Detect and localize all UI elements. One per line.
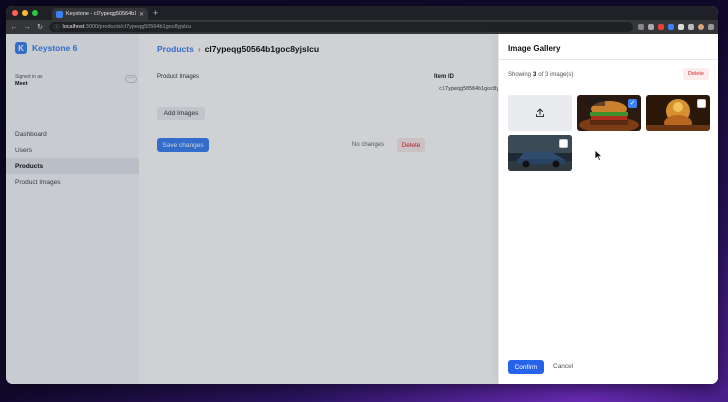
breadcrumb: Products › cl7ypeqg50564b1goc8yjslcu [157, 44, 319, 54]
save-changes-button[interactable]: Save changes [157, 138, 209, 152]
back-icon[interactable]: ← [10, 24, 18, 31]
page-title: cl7ypeqg50564b1goc8yjslcu [204, 44, 320, 54]
browser-toolbar: ← → ↻ ⓘ localhost:3000/products/cl7ypeqg… [6, 20, 718, 34]
reload-icon[interactable]: ↻ [36, 23, 44, 31]
brand[interactable]: K Keystone 6 [6, 34, 139, 54]
breadcrumb-products-link[interactable]: Products [157, 44, 194, 54]
upload-icon [535, 108, 545, 118]
gallery-image-festival[interactable] [646, 95, 710, 131]
image-gallery-drawer: Image Gallery Showing 3 of 3 image(s) De… [498, 34, 718, 384]
signed-in-label: Signed in as [15, 74, 43, 80]
unchecked-checkbox[interactable] [559, 139, 568, 148]
sidebar-item-users[interactable]: Users [6, 142, 139, 158]
tab-bar: Keystone - cl7ypeqg50564b1goc8yjslcu ✕ + [6, 6, 718, 20]
checked-checkbox[interactable]: ✓ [628, 99, 637, 108]
share-icon[interactable] [638, 24, 644, 30]
window-controls [12, 10, 38, 16]
address-bar[interactable]: ⓘ localhost:3000/products/cl7ypeqg50564b… [49, 22, 633, 32]
user-name: Meet [15, 81, 28, 87]
sidebar-item-products[interactable]: Products [6, 158, 139, 174]
forward-icon[interactable]: → [23, 24, 31, 31]
gallery-image-burger[interactable]: ✓ [577, 95, 641, 131]
keystone-favicon-icon [56, 10, 63, 18]
brand-name: Keystone 6 [32, 43, 78, 53]
more-options-button[interactable]: ··· [125, 75, 137, 83]
count-shown: 3 [533, 72, 537, 78]
extensions [638, 24, 714, 30]
url-path: :3000/products/cl7ypeqg50564b1goc8yjslcu [84, 24, 192, 30]
no-changes-text: No changes [352, 142, 385, 148]
browser-tab[interactable]: Keystone - cl7ypeqg50564b1goc8yjslcu ✕ [52, 8, 148, 20]
browser-window: Keystone - cl7ypeqg50564b1goc8yjslcu ✕ +… [6, 6, 718, 384]
item-id-value[interactable]: cl7ypeqg50564b1goc8yjslcu [439, 86, 499, 92]
url-host: localhost [62, 24, 85, 30]
cancel-button[interactable]: Cancel [553, 363, 573, 370]
menu-icon[interactable] [708, 24, 714, 30]
sidebar-item-product-images[interactable]: Product Images [6, 174, 139, 190]
mouse-cursor-icon [595, 150, 603, 161]
app: K Keystone 6 Signed in as Meet ··· Dashb… [6, 34, 718, 384]
breadcrumb-separator: › [197, 44, 201, 54]
count-prefix: Showing [508, 72, 532, 78]
drawer-divider [499, 59, 718, 60]
new-tab-icon[interactable]: + [153, 8, 158, 18]
sidebar-icon[interactable] [688, 24, 694, 30]
lock-icon: ⓘ [54, 25, 60, 31]
extensions-puzzle-icon[interactable] [678, 24, 684, 30]
count-suffix: of 3 image(s) [538, 72, 574, 78]
sidebar-item-dashboard[interactable]: Dashboard [6, 126, 139, 142]
star-icon[interactable] [648, 24, 654, 30]
image-count: Showing 3 of 3 image(s) [508, 72, 573, 78]
gallery-delete-button[interactable]: Delete [683, 68, 709, 80]
item-id-label: Item ID [434, 74, 455, 80]
product-images-label: Product Images [157, 74, 200, 80]
extension-red-icon[interactable] [658, 24, 664, 30]
maximize-window-button[interactable] [32, 10, 38, 16]
upload-tile[interactable] [508, 95, 572, 131]
extension-blue-icon[interactable] [668, 24, 674, 30]
keystone-logo-icon: K [15, 42, 27, 54]
sidebar: K Keystone 6 Signed in as Meet ··· Dashb… [6, 34, 139, 384]
main-content: Products › cl7ypeqg50564b1goc8yjslcu Pro… [157, 34, 499, 384]
tab-close-icon[interactable]: ✕ [139, 11, 144, 18]
gallery-image-car[interactable] [508, 135, 572, 171]
minimize-window-button[interactable] [22, 10, 28, 16]
add-images-button[interactable]: Add Images [157, 107, 205, 120]
confirm-button[interactable]: Confirm [508, 360, 544, 374]
unchecked-checkbox[interactable] [697, 99, 706, 108]
drawer-title: Image Gallery [508, 44, 561, 53]
profile-avatar[interactable] [698, 24, 704, 30]
tab-title: Keystone - cl7ypeqg50564b1goc8yjslcu [66, 11, 136, 17]
close-window-button[interactable] [12, 10, 18, 16]
delete-item-button[interactable]: Delete [397, 138, 425, 152]
sidebar-nav: Dashboard Users Products Product Images [6, 126, 139, 190]
